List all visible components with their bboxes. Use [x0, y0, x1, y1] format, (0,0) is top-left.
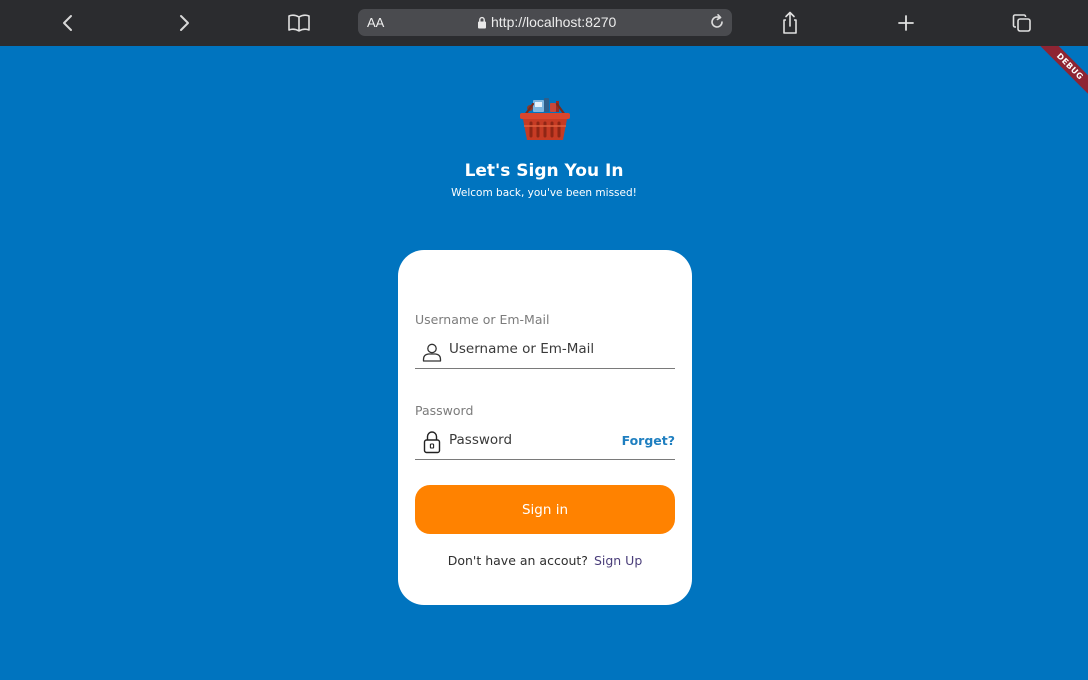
reload-icon [711, 14, 723, 28]
lock-icon [478, 16, 486, 29]
padlock-icon [423, 431, 441, 454]
user-icon [422, 343, 442, 362]
chevron-right-icon [180, 15, 189, 31]
password-input[interactable] [449, 432, 619, 448]
username-label: Username or Em-Mail [415, 312, 550, 327]
chevron-left-icon [63, 15, 72, 31]
debug-banner-label: DEBUG [1033, 46, 1088, 103]
book-icon [288, 14, 310, 32]
browser-toolbar: AA http://localhost:8270 [0, 0, 1088, 46]
password-field[interactable]: Forget? [415, 428, 675, 460]
sign-in-button[interactable]: Sign in [415, 485, 675, 534]
reader-button[interactable] [285, 9, 313, 37]
debug-banner: DEBUG [1028, 46, 1088, 106]
signup-prompt-row: Don't have an accout? Sign Up [398, 553, 692, 568]
app-logo [517, 96, 573, 148]
plus-icon [898, 15, 914, 31]
url-text[interactable]: http://localhost:8270 [491, 14, 616, 30]
shopping-basket-icon [520, 98, 570, 140]
sign-up-link[interactable]: Sign Up [594, 553, 642, 568]
forgot-password-link[interactable]: Forget? [622, 433, 675, 448]
tabs-icon [1012, 14, 1031, 32]
signup-prompt-text: Don't have an accout? [447, 553, 588, 568]
back-button[interactable] [54, 9, 82, 37]
reload-button[interactable] [708, 13, 726, 35]
new-tab-button[interactable] [892, 9, 920, 37]
username-field[interactable] [415, 337, 675, 369]
share-button[interactable] [776, 9, 804, 37]
page-subtitle: Welcom back, you've been missed! [451, 187, 637, 199]
page-title: Let's Sign You In [464, 161, 624, 181]
address-bar[interactable]: AA http://localhost:8270 [358, 9, 732, 36]
tabs-overview-button[interactable] [1008, 9, 1036, 37]
password-label: Password [415, 403, 474, 418]
login-card: Username or Em-Mail Password Forget? Sig… [398, 250, 692, 605]
forward-button[interactable] [170, 9, 198, 37]
username-input[interactable] [449, 341, 619, 357]
share-icon [783, 11, 797, 34]
text-size-button[interactable]: AA [367, 15, 384, 30]
